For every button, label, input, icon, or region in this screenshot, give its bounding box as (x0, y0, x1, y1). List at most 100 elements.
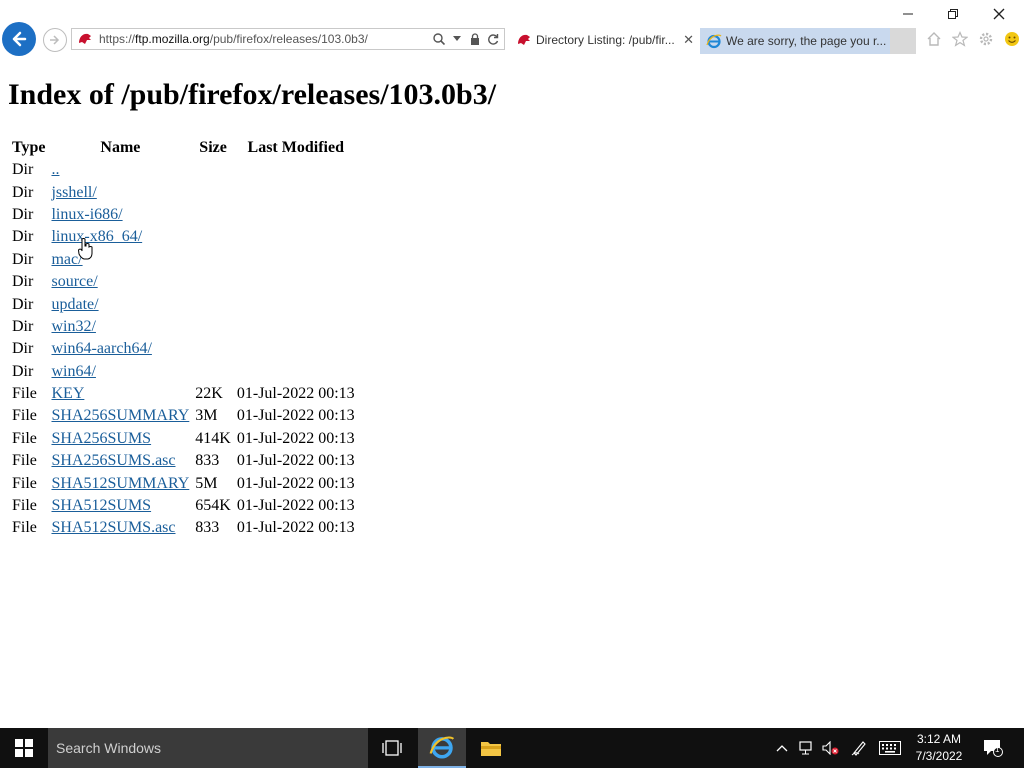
row-type: File (12, 519, 37, 537)
network-icon (799, 741, 812, 755)
lock-icon[interactable] (468, 31, 482, 47)
table-row: Dir linux-i686/ (10, 204, 357, 226)
page-content: Index of /pub/firefox/releases/103.0b3/ … (0, 64, 1024, 728)
entry-link[interactable]: update/ (51, 296, 98, 313)
close-tab-icon[interactable]: ✕ (683, 32, 694, 48)
entry-link[interactable]: SHA256SUMMARY (51, 407, 189, 424)
row-name-cell: jsshell/ (49, 181, 191, 203)
table-row: Dir source/ (10, 271, 357, 293)
mozilla-dino-icon (518, 34, 530, 45)
address-bar[interactable]: https://ftp.mozilla.org/pub/firefox/rele… (71, 28, 505, 50)
row-size (193, 159, 233, 181)
taskbar-clock[interactable]: 3:12 AM 7/3/2022 (906, 731, 972, 765)
refresh-icon[interactable] (486, 31, 500, 47)
row-name-cell: KEY (49, 383, 191, 405)
entry-link[interactable]: source/ (51, 273, 97, 290)
entry-link[interactable]: SHA256SUMS.asc (51, 452, 175, 469)
entry-link[interactable]: .. (51, 161, 59, 178)
row-modified: 01-Jul-2022 00:13 (236, 474, 355, 492)
row-size: 414K (195, 429, 231, 447)
restore-button[interactable] (941, 4, 965, 24)
table-row: Dir win64-aarch64/ (10, 338, 357, 360)
row-modified: 01-Jul-2022 00:13 (236, 407, 355, 425)
row-modified (235, 204, 357, 226)
task-view-button[interactable] (368, 728, 416, 768)
row-name-cell: SHA256SUMS.asc (49, 450, 191, 472)
close-window-button[interactable] (987, 4, 1011, 24)
row-modified (235, 181, 357, 203)
search-placeholder: Search Windows (56, 740, 162, 756)
row-type: Dir (12, 340, 34, 358)
entry-link[interactable]: SHA512SUMS.asc (51, 519, 175, 536)
start-button[interactable] (0, 728, 48, 768)
row-size (193, 293, 233, 315)
entry-link[interactable]: linux-x86_64/ (51, 228, 142, 245)
row-type: Dir (12, 161, 34, 179)
forward-button[interactable] (43, 28, 67, 52)
windows-logo-icon (15, 739, 33, 757)
search-icon[interactable] (432, 31, 446, 47)
action-center-button[interactable]: 1 (983, 740, 1003, 757)
directory-listing-table: Type Name Size Last Modified Dir.. Dir jss… (8, 136, 359, 540)
table-row: File SHA256SUMS 414K 01-Jul-2022 00:13 (10, 428, 357, 450)
new-tab-button[interactable] (890, 28, 916, 54)
entry-link[interactable]: linux-i686/ (51, 206, 122, 223)
row-modified: 01-Jul-2022 00:13 (236, 519, 355, 537)
back-button[interactable] (2, 22, 36, 56)
row-size (193, 316, 233, 338)
pen-workspace-button[interactable] (850, 740, 868, 756)
clock-time: 3:12 AM (916, 732, 962, 746)
arrow-right-icon (50, 35, 60, 45)
entry-link[interactable]: SHA512SUMMARY (51, 475, 189, 492)
url-path: /pub/firefox/releases/103.0b3/ (209, 32, 368, 46)
minimize-button[interactable] (896, 4, 920, 24)
row-name-cell: source/ (49, 271, 191, 293)
column-header-size: Size (199, 138, 227, 156)
table-row: Dir linux-x86_64/ (10, 226, 357, 248)
favorites-star-icon[interactable] (951, 30, 969, 48)
row-name-cell: linux-i686/ (49, 204, 191, 226)
clock-date: 7/3/2022 (915, 749, 963, 763)
tab-directory-listing[interactable]: Directory Listing: /pub/fir... ✕ (510, 28, 700, 54)
taskbar-file-explorer[interactable] (467, 728, 515, 768)
task-view-icon (382, 740, 402, 756)
row-modified (235, 338, 357, 360)
row-modified: 01-Jul-2022 00:13 (236, 497, 355, 515)
folder-icon (481, 742, 501, 756)
taskbar-search-box[interactable]: Search Windows (48, 728, 368, 768)
volume-button[interactable] (822, 740, 840, 756)
network-status-button[interactable] (798, 740, 816, 756)
tab-error-page[interactable]: We are sorry, the page you r... (700, 28, 890, 54)
entry-link[interactable]: win64-aarch64/ (51, 340, 151, 357)
taskbar-internet-explorer[interactable] (418, 728, 466, 768)
entry-link[interactable]: SHA256SUMS (51, 430, 151, 447)
arrow-left-icon (12, 31, 27, 47)
row-name-cell: linux-x86_64/ (49, 226, 191, 248)
url-host: ftp.mozilla.org (135, 32, 210, 46)
entry-link[interactable]: KEY (51, 385, 84, 402)
row-size (193, 204, 233, 226)
table-row: Dir win64/ (10, 361, 357, 383)
row-size: 833 (195, 519, 220, 537)
show-hidden-icons-button[interactable] (773, 740, 791, 756)
minimize-icon (903, 13, 913, 15)
tab-label: We are sorry, the page you r... (726, 34, 887, 48)
entry-link[interactable]: win32/ (51, 318, 95, 335)
entry-link[interactable]: SHA512SUMS (51, 497, 151, 514)
smiley-feedback-icon[interactable] (1003, 30, 1021, 48)
gear-icon[interactable] (977, 30, 995, 48)
touch-keyboard-button[interactable] (878, 740, 902, 756)
mozilla-dino-icon (79, 33, 91, 44)
entry-link[interactable]: win64/ (51, 363, 95, 380)
row-type: File (12, 429, 37, 447)
table-row: File SHA512SUMS.asc 833 01-Jul-2022 00:13 (10, 517, 357, 539)
entry-link[interactable]: mac/ (51, 251, 82, 268)
row-type: Dir (12, 183, 34, 201)
row-modified (235, 271, 357, 293)
row-name-cell: win64-aarch64/ (49, 338, 191, 360)
row-type: Dir (12, 362, 34, 380)
entry-link[interactable]: jsshell/ (51, 184, 96, 201)
page-title: Index of /pub/firefox/releases/103.0b3/ (8, 78, 497, 111)
home-icon[interactable] (925, 30, 943, 48)
dropdown-arrow-icon[interactable] (450, 31, 464, 47)
